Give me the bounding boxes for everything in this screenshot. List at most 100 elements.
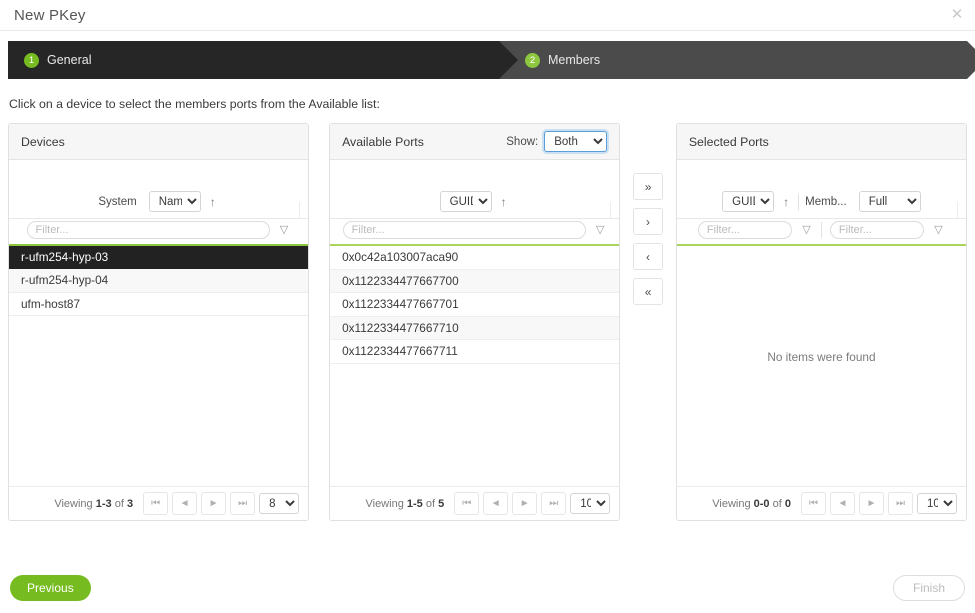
available-column-header: GUID ↑ (330, 160, 619, 218)
page-title: New PKey (14, 7, 86, 24)
transfer-button-group: » › ‹ « (620, 123, 676, 305)
titlebar-divider (0, 30, 975, 31)
devices-panel-header: Devices (9, 124, 308, 160)
port-guid: 0x1122334477667711 (342, 344, 458, 358)
device-row-selected[interactable]: r-ufm254-hyp-03 (9, 244, 308, 269)
selected-membership-filter-funnel-icon[interactable]: ▽ (932, 224, 945, 237)
selected-guid-filter-input[interactable] (698, 221, 792, 239)
device-row[interactable]: ufm-host87 (9, 293, 308, 317)
selected-page-size-select[interactable]: 10 (917, 493, 957, 514)
dialog-footer: Previous Finish (0, 563, 975, 613)
devices-column-divider (299, 202, 300, 218)
selected-guid-filter-funnel-icon[interactable]: ▽ (800, 224, 813, 237)
step-number-2: 2 (525, 53, 540, 68)
devices-pagination: Viewing 1-3 of 3 ⏮ ◄ ► ⏭ 8 (9, 486, 308, 520)
available-prev-page-button[interactable]: ◄ (483, 492, 508, 515)
selected-ports-panel: Selected Ports GUID ↑ Memb... Full ▽ ▽ (676, 123, 967, 521)
selected-panel-header: Selected Ports (677, 124, 966, 160)
devices-panel-title: Devices (21, 135, 65, 149)
device-name: ufm-host87 (21, 297, 80, 311)
available-filter-funnel-icon[interactable]: ▽ (594, 224, 607, 237)
selected-filter-divider (821, 222, 822, 238)
device-row[interactable]: r-ufm254-hyp-04 (9, 269, 308, 293)
devices-system-label: System (98, 196, 136, 208)
step-label-members: Members (548, 53, 600, 67)
port-guid: 0x0c42a103007aca90 (342, 250, 458, 264)
device-name: r-ufm254-hyp-04 (21, 273, 108, 287)
devices-viewing-text: Viewing 1-3 of 3 (54, 498, 133, 510)
selected-viewing-text: Viewing 0-0 of 0 (712, 498, 791, 510)
wizard-steps: 1 General 2 Members (8, 41, 967, 79)
devices-next-page-button[interactable]: ► (201, 492, 226, 515)
available-show-select[interactable]: Both (544, 131, 607, 152)
available-viewing-text: Viewing 1-5 of 5 (365, 498, 444, 510)
port-guid: 0x1122334477667701 (342, 297, 459, 311)
selected-filter-row: ▽ ▽ (677, 218, 966, 244)
previous-button[interactable]: Previous (10, 575, 91, 601)
panels-container: Devices System Name ↑ ▽ r-ufm254-hyp-03 … (0, 123, 975, 521)
devices-panel: Devices System Name ↑ ▽ r-ufm254-hyp-03 … (8, 123, 309, 521)
selected-ports-list[interactable]: No items were found (677, 246, 966, 486)
wizard-step-general[interactable]: 1 General (8, 41, 499, 79)
available-filter-input[interactable] (343, 221, 586, 239)
devices-first-page-button[interactable]: ⏮ (143, 492, 168, 515)
move-right-button[interactable]: › (633, 208, 663, 235)
available-column-select[interactable]: GUID (440, 191, 492, 212)
selected-column-select[interactable]: GUID (722, 191, 774, 212)
available-next-page-button[interactable]: ► (512, 492, 537, 515)
available-ports-list[interactable]: 0x0c42a103007aca90 0x1122334477667700 0x… (330, 246, 619, 486)
available-port-row[interactable]: 0x1122334477667700 (330, 270, 619, 294)
devices-page-size-select[interactable]: 8 (259, 493, 299, 514)
selected-pagination: Viewing 0-0 of 0 ⏮ ◄ ► ⏭ 10 (677, 486, 966, 520)
available-panel-header: Available Ports Show: Both (330, 124, 619, 160)
selected-panel-title: Selected Ports (689, 135, 769, 149)
wizard-step-members[interactable]: 2 Members (499, 41, 967, 79)
finish-button[interactable]: Finish (893, 575, 965, 601)
available-first-page-button[interactable]: ⏮ (454, 492, 479, 515)
available-port-row[interactable]: 0x1122334477667701 (330, 293, 619, 317)
devices-filter-funnel-icon[interactable]: ▽ (278, 224, 291, 237)
available-port-row[interactable]: 0x0c42a103007aca90 (330, 246, 619, 270)
move-all-right-button[interactable]: » (633, 173, 663, 200)
dialog-titlebar: New PKey ✕ (0, 0, 975, 30)
selected-membership-label: Memb... (805, 196, 847, 208)
available-show-label: Show: (506, 136, 538, 148)
move-all-left-button[interactable]: « (633, 278, 663, 305)
available-ports-panel: Available Ports Show: Both GUID ↑ ▽ 0x0c… (329, 123, 620, 521)
devices-filter-row: ▽ (9, 218, 308, 244)
available-port-row[interactable]: 0x1122334477667710 (330, 317, 619, 341)
device-name: r-ufm254-hyp-03 (21, 250, 108, 264)
selected-first-page-button[interactable]: ⏮ (801, 492, 826, 515)
selected-membership-filter-input[interactable] (830, 221, 924, 239)
available-column-divider (610, 202, 611, 218)
available-filter-row: ▽ (330, 218, 619, 244)
available-sort-asc-icon[interactable]: ↑ (498, 195, 510, 209)
selected-column-divider (798, 194, 799, 210)
available-pagination: Viewing 1-5 of 5 ⏮ ◄ ► ⏭ 10 (330, 486, 619, 520)
selected-sort-asc-icon[interactable]: ↑ (780, 195, 792, 209)
move-left-button[interactable]: ‹ (633, 243, 663, 270)
selected-prev-page-button[interactable]: ◄ (830, 492, 855, 515)
available-page-size-select[interactable]: 10 (570, 493, 610, 514)
step-label-general: General (47, 53, 91, 67)
port-guid: 0x1122334477667700 (342, 274, 459, 288)
selected-membership-select[interactable]: Full (859, 191, 921, 212)
step-number-1: 1 (24, 53, 39, 68)
devices-list[interactable]: r-ufm254-hyp-03 r-ufm254-hyp-04 ufm-host… (9, 244, 308, 486)
devices-last-page-button[interactable]: ⏭ (230, 492, 255, 515)
port-guid: 0x1122334477667710 (342, 321, 459, 335)
devices-prev-page-button[interactable]: ◄ (172, 492, 197, 515)
selected-column-header: GUID ↑ Memb... Full (677, 160, 966, 218)
devices-filter-input[interactable] (27, 221, 270, 239)
selected-next-page-button[interactable]: ► (859, 492, 884, 515)
available-panel-title: Available Ports (342, 135, 424, 149)
close-icon[interactable]: ✕ (949, 7, 965, 23)
instruction-text: Click on a device to select the members … (9, 97, 975, 111)
selected-right-divider (957, 202, 958, 218)
devices-column-select[interactable]: Name (149, 191, 201, 212)
selected-last-page-button[interactable]: ⏭ (888, 492, 913, 515)
available-port-row[interactable]: 0x1122334477667711 (330, 340, 619, 364)
devices-sort-asc-icon[interactable]: ↑ (207, 195, 219, 209)
selected-empty-message: No items were found (677, 350, 966, 364)
available-last-page-button[interactable]: ⏭ (541, 492, 566, 515)
